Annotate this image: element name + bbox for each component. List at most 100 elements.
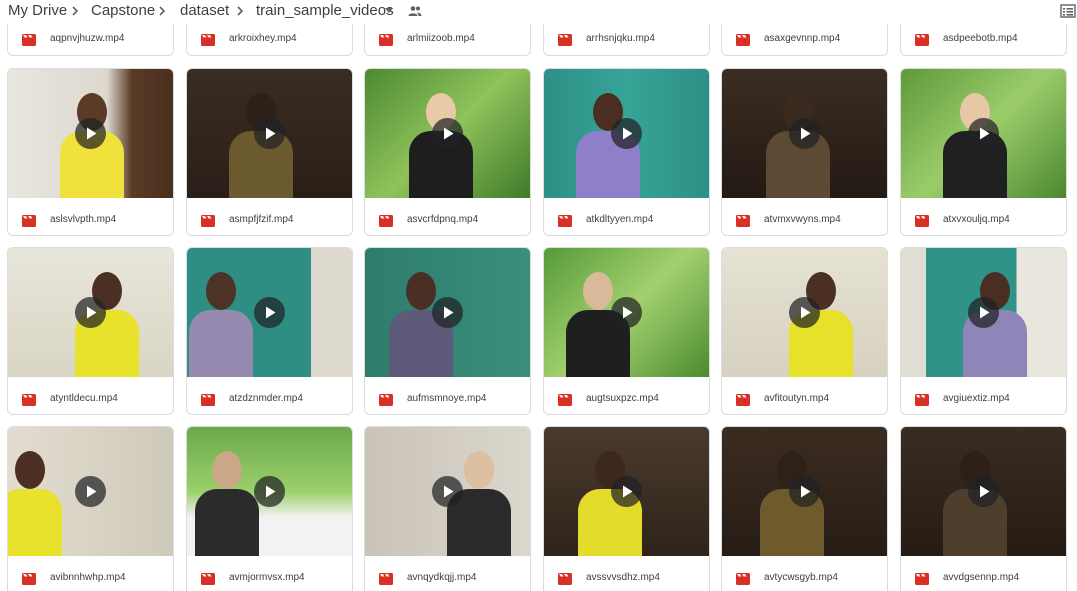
- file-name: avfitoutyn.mp4: [764, 393, 830, 404]
- chevron-right-icon: [233, 2, 247, 20]
- breadcrumb-capstone[interactable]: Capstone: [91, 1, 155, 21]
- person-head: [15, 451, 45, 489]
- play-icon[interactable]: [789, 118, 820, 149]
- video-file-card[interactable]: avibnnhwhp.mp4: [7, 426, 174, 591]
- video-thumbnail[interactable]: [187, 427, 352, 556]
- play-icon[interactable]: [75, 118, 106, 149]
- play-icon[interactable]: [75, 297, 106, 328]
- video-thumbnail[interactable]: [722, 69, 887, 198]
- video-file-card[interactable]: avtycwsgyb.mp4: [721, 426, 888, 591]
- file-label[interactable]: augtsuxpzc.mp4: [544, 385, 709, 414]
- file-label[interactable]: atzdznmder.mp4: [187, 385, 352, 414]
- video-file-card[interactable]: augtsuxpzc.mp4: [543, 247, 710, 415]
- file-name: avssvvsdhz.mp4: [586, 572, 660, 583]
- file-label[interactable]: arrhsnjqku.mp4: [544, 25, 709, 55]
- play-icon[interactable]: [968, 118, 999, 149]
- video-thumbnail[interactable]: [544, 248, 709, 377]
- video-thumbnail[interactable]: [8, 427, 173, 556]
- file-label[interactable]: avssvvsdhz.mp4: [544, 564, 709, 591]
- video-file-card[interactable]: aslsvlvpth.mp4: [7, 68, 174, 236]
- video-file-icon: [915, 572, 929, 585]
- video-file-card[interactable]: atzdznmder.mp4: [186, 247, 353, 415]
- file-label[interactable]: arlmiizoob.mp4: [365, 25, 530, 55]
- video-thumbnail[interactable]: [365, 427, 530, 556]
- play-icon[interactable]: [254, 297, 285, 328]
- file-name: asmpfjfzif.mp4: [229, 214, 294, 225]
- video-file-card[interactable]: avgiuextiz.mp4: [900, 247, 1067, 415]
- video-file-card[interactable]: avfitoutyn.mp4: [721, 247, 888, 415]
- file-label[interactable]: asmpfjfzif.mp4: [187, 206, 352, 235]
- video-file-icon: [558, 33, 572, 46]
- video-file-card[interactable]: aufmsmnoye.mp4: [364, 247, 531, 415]
- file-label[interactable]: avibnnhwhp.mp4: [8, 564, 173, 591]
- video-thumbnail[interactable]: [187, 69, 352, 198]
- breadcrumb-current-folder[interactable]: train_sample_videos: [256, 1, 394, 21]
- play-icon[interactable]: [611, 118, 642, 149]
- video-thumbnail[interactable]: [722, 427, 887, 556]
- video-file-card[interactable]: atvmxvwyns.mp4: [721, 68, 888, 236]
- file-name: atvmxvwyns.mp4: [764, 214, 841, 225]
- video-thumbnail[interactable]: [365, 69, 530, 198]
- file-label[interactable]: avnqydkqjj.mp4: [365, 564, 530, 591]
- play-icon[interactable]: [432, 476, 463, 507]
- file-label[interactable]: asdpeebotb.mp4: [901, 25, 1066, 55]
- file-label[interactable]: avgiuextiz.mp4: [901, 385, 1066, 414]
- play-icon[interactable]: [611, 297, 642, 328]
- video-file-card[interactable]: atxvxouljq.mp4: [900, 68, 1067, 236]
- video-file-card[interactable]: avmjormvsx.mp4: [186, 426, 353, 591]
- video-thumbnail[interactable]: [187, 248, 352, 377]
- breadcrumb-my-drive[interactable]: My Drive: [8, 1, 67, 21]
- video-thumbnail[interactable]: [8, 248, 173, 377]
- file-label[interactable]: asvcrfdpnq.mp4: [365, 206, 530, 235]
- file-label[interactable]: avvdgsennp.mp4: [901, 564, 1066, 591]
- person-head: [212, 451, 242, 489]
- breadcrumb-dataset[interactable]: dataset: [180, 1, 229, 21]
- video-file-card[interactable]: avvdgsennp.mp4: [900, 426, 1067, 591]
- play-icon[interactable]: [432, 297, 463, 328]
- file-name: arrhsnjqku.mp4: [586, 33, 655, 44]
- file-label[interactable]: avfitoutyn.mp4: [722, 385, 887, 414]
- play-icon[interactable]: [75, 476, 106, 507]
- video-file-card[interactable]: asmpfjfzif.mp4: [186, 68, 353, 236]
- file-label[interactable]: asaxgevnnp.mp4: [722, 25, 887, 55]
- video-file-icon: [736, 33, 750, 46]
- file-name: avvdgsennp.mp4: [943, 572, 1020, 583]
- video-file-card[interactable]: atkdltyyen.mp4: [543, 68, 710, 236]
- video-thumbnail[interactable]: [544, 427, 709, 556]
- file-label[interactable]: aslsvlvpth.mp4: [8, 206, 173, 235]
- file-label[interactable]: avmjormvsx.mp4: [187, 564, 352, 591]
- video-thumbnail[interactable]: [722, 248, 887, 377]
- list-view-icon[interactable]: [1060, 3, 1076, 19]
- play-icon[interactable]: [789, 297, 820, 328]
- video-thumbnail[interactable]: [544, 69, 709, 198]
- play-icon[interactable]: [968, 476, 999, 507]
- triangle-down-icon[interactable]: [383, 4, 395, 16]
- video-thumbnail[interactable]: [8, 69, 173, 198]
- play-icon[interactable]: [789, 476, 820, 507]
- file-label[interactable]: atvmxvwyns.mp4: [722, 206, 887, 235]
- file-label[interactable]: aqpnvjhuzw.mp4: [8, 25, 173, 55]
- video-file-card[interactable]: avnqydkqjj.mp4: [364, 426, 531, 591]
- play-icon[interactable]: [611, 476, 642, 507]
- play-icon[interactable]: [254, 476, 285, 507]
- video-file-card[interactable]: asvcrfdpnq.mp4: [364, 68, 531, 236]
- play-icon[interactable]: [254, 118, 285, 149]
- play-icon[interactable]: [432, 118, 463, 149]
- video-thumbnail[interactable]: [901, 427, 1066, 556]
- play-icon[interactable]: [968, 297, 999, 328]
- file-label[interactable]: atyntldecu.mp4: [8, 385, 173, 414]
- video-file-card[interactable]: atyntldecu.mp4: [7, 247, 174, 415]
- video-thumbnail[interactable]: [901, 248, 1066, 377]
- video-thumbnail[interactable]: [901, 69, 1066, 198]
- file-label[interactable]: aufmsmnoye.mp4: [365, 385, 530, 414]
- video-thumbnail[interactable]: [365, 248, 530, 377]
- video-file-icon: [201, 214, 215, 227]
- file-label[interactable]: arkroixhey.mp4: [187, 25, 352, 55]
- file-name: aqpnvjhuzw.mp4: [50, 33, 125, 44]
- video-file-card[interactable]: avssvvsdhz.mp4: [543, 426, 710, 591]
- person-figure: [195, 489, 259, 556]
- file-label[interactable]: avtycwsgyb.mp4: [722, 564, 887, 591]
- file-label[interactable]: atxvxouljq.mp4: [901, 206, 1066, 235]
- file-label[interactable]: atkdltyyen.mp4: [544, 206, 709, 235]
- person-head: [206, 272, 236, 310]
